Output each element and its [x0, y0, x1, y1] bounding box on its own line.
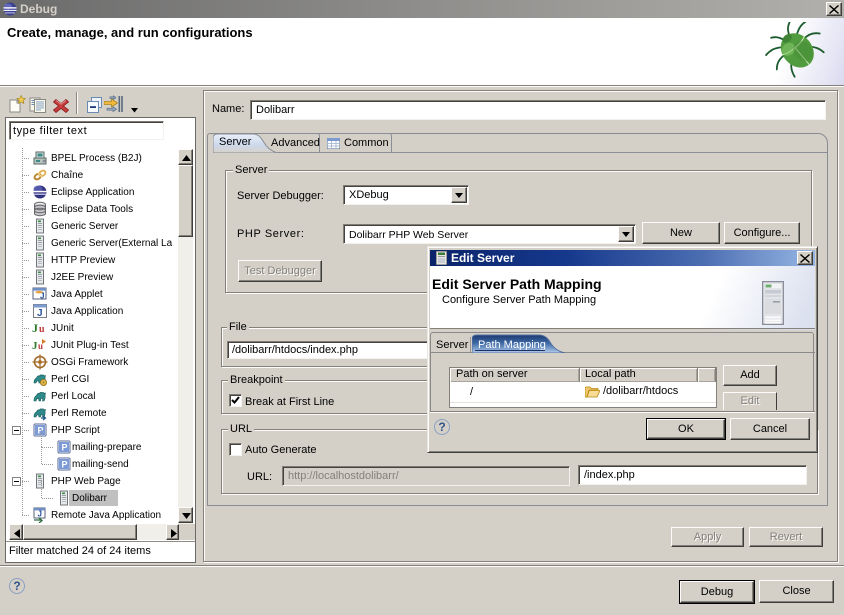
svg-text:u: u: [39, 324, 45, 335]
svg-text:P: P: [62, 443, 68, 453]
svg-text:J: J: [40, 292, 44, 301]
svg-text:J: J: [32, 321, 38, 335]
svg-text:J: J: [38, 510, 42, 519]
svg-text:J: J: [37, 308, 43, 319]
svg-text:P: P: [62, 460, 68, 470]
